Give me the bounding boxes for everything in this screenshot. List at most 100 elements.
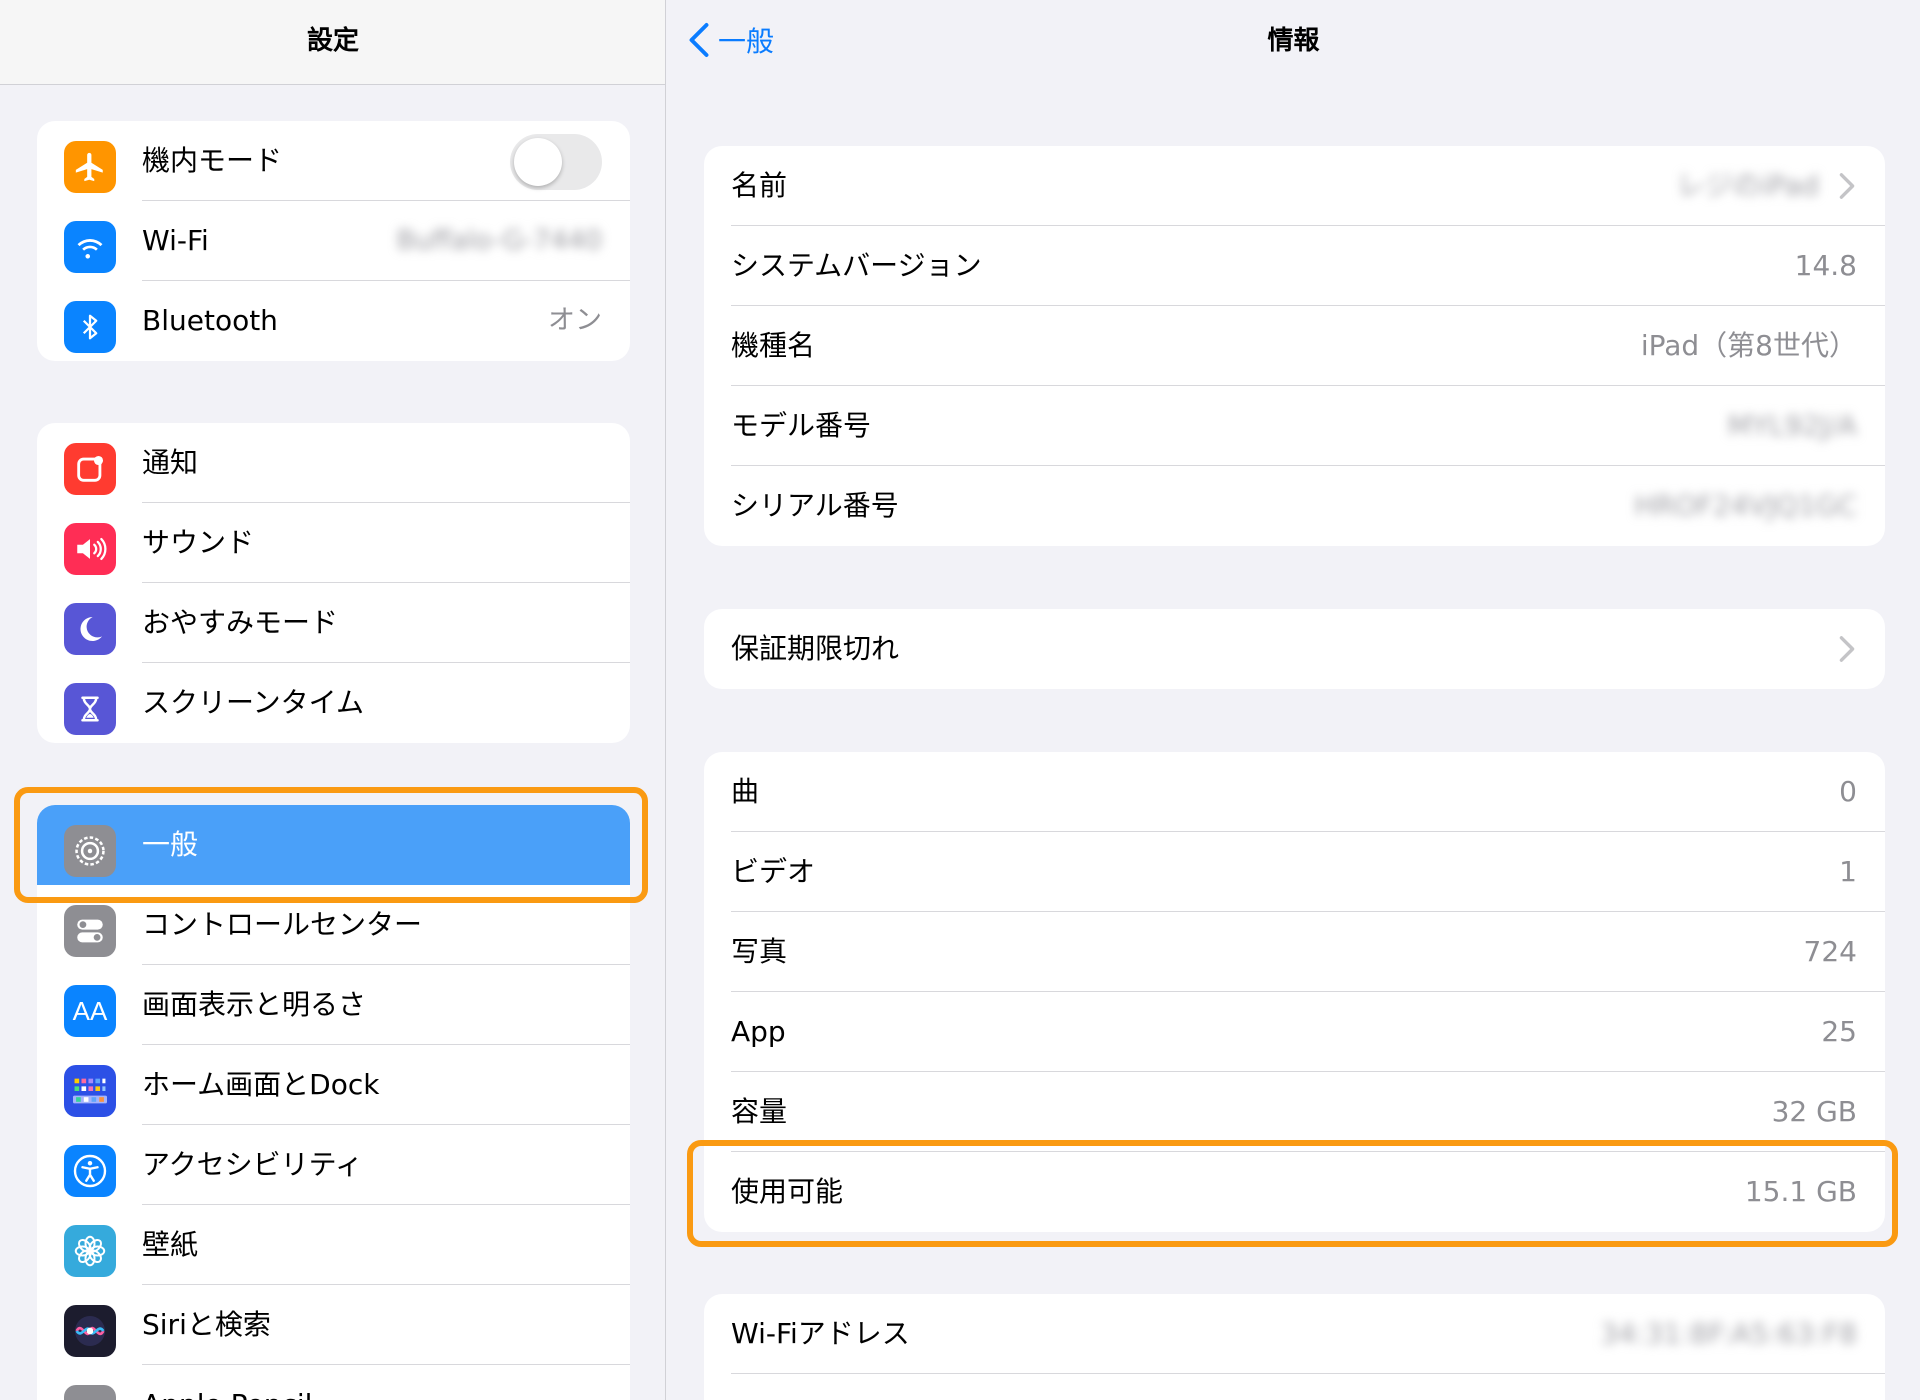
row-label: Wi-Fiアドレス (731, 1317, 910, 1350)
row-value: 15.1 GB (1744, 1175, 1857, 1208)
row-label: 使用可能 (731, 1175, 844, 1208)
sidebar-header: 設定 (0, 0, 665, 85)
sidebar-item-sounds[interactable]: サウンド (37, 503, 630, 583)
bluetooth-icon (64, 301, 116, 353)
row-value: 25 (1821, 1015, 1857, 1048)
storage-info-group: 曲 0 ビデオ 1 写真 724 App 25 容量 32 GB 使用可能 15… (704, 752, 1885, 1232)
sidebar-item-display-brightness[interactable]: AA 画面表示と明るさ (37, 965, 630, 1045)
row-value: 724 (1803, 935, 1857, 968)
row-value: iPad（第8世代） (1640, 329, 1857, 362)
sidebar-item-label: アクセシビリティ (142, 1148, 363, 1181)
row-serial-number[interactable]: シリアル番号 HROF24VJQ1GC (704, 466, 1885, 546)
row-label: 機種名 (731, 329, 816, 362)
sidebar-item-screen-time[interactable]: スクリーンタイム (37, 663, 630, 743)
bluetooth-status: オン (548, 305, 602, 336)
wifi-icon (64, 221, 116, 273)
home-grid-icon (64, 1065, 116, 1117)
siri-icon (64, 1305, 116, 1357)
row-value: 14.8 (1794, 249, 1857, 282)
row-songs: 曲 0 (704, 752, 1885, 832)
sidebar-item-label: 通知 (142, 446, 199, 479)
sidebar-item-do-not-disturb[interactable]: おやすみモード (37, 583, 630, 663)
chevron-right-icon (1839, 173, 1855, 199)
row-label: システムバージョン (731, 249, 982, 282)
sidebar-item-label: ホーム画面とDock (142, 1068, 380, 1101)
row-photos: 写真 724 (704, 912, 1885, 992)
sidebar-item-home-screen-dock[interactable]: ホーム画面とDock (37, 1045, 630, 1125)
sidebar-group-system: 一般 コントロールセンター AA 画面表示と明るさ ホーム画面とDock アクセ… (37, 805, 630, 1400)
row-value: 32 GB (1771, 1095, 1857, 1128)
row-videos: ビデオ 1 (704, 832, 1885, 912)
network-info-group: Wi-Fiアドレス 34:31:8F:A5:63:F8 (704, 1294, 1885, 1400)
row-value: HROF24VJQ1GC (1634, 489, 1857, 522)
row-system-version: システムバージョン 14.8 (704, 226, 1885, 306)
row-value: 0 (1839, 775, 1857, 808)
control-center-icon (64, 905, 116, 957)
sidebar-item-label: 機内モード (142, 144, 283, 177)
sidebar-item-label: 画面表示と明るさ (142, 988, 367, 1021)
chevron-right-icon (1839, 636, 1855, 662)
warranty-group: 保証期限切れ (704, 609, 1885, 689)
accessibility-icon (64, 1145, 116, 1197)
sidebar-title: 設定 (306, 26, 359, 56)
notifications-icon (64, 443, 116, 495)
sidebar-item-label: 壁紙 (142, 1228, 199, 1261)
sidebar-item-label: Apple Pencil (142, 1365, 312, 1400)
sidebar-item-label: 一般 (142, 828, 199, 861)
sidebar-item-apple-pencil[interactable]: Apple Pencil (37, 1365, 630, 1400)
row-label: 保証期限切れ (731, 632, 900, 665)
sidebar-item-airplane-mode[interactable]: 機内モード (37, 121, 630, 201)
row-label: 曲 (731, 775, 760, 808)
gear-icon (64, 825, 116, 877)
airplane-mode-toggle[interactable] (510, 134, 602, 190)
sidebar-item-siri-search[interactable]: Siriと検索 (37, 1285, 630, 1365)
row-label: 名前 (731, 169, 788, 202)
sidebar-item-label: Wi-Fi (142, 224, 209, 257)
sidebar-item-label: おやすみモード (142, 606, 339, 639)
settings-sidebar: 設定 機内モード Wi-Fi Buffalo-G-7440 Bluetooth … (0, 0, 666, 1400)
row-name[interactable]: 名前 レジのiPad (704, 146, 1885, 226)
device-info-group: 名前 レジのiPad システムバージョン 14.8 機種名 iPad（第8世代）… (704, 146, 1885, 546)
sidebar-item-bluetooth[interactable]: Bluetooth オン (37, 281, 630, 361)
sidebar-item-general[interactable]: 一般 (37, 805, 630, 885)
about-detail-pane: 一般 情報 名前 レジのiPad システムバージョン 14.8 機種名 iPad… (667, 0, 1920, 1400)
row-capacity: 容量 32 GB (704, 1072, 1885, 1152)
sidebar-item-label: Bluetooth (142, 304, 278, 337)
moon-icon (64, 603, 116, 655)
row-available: 使用可能 15.1 GB (704, 1152, 1885, 1232)
sidebar-item-label: コントロールセンター (142, 908, 423, 941)
text-size-icon: AA (64, 985, 116, 1037)
sidebar-item-control-center[interactable]: コントロールセンター (37, 885, 630, 965)
row-label: 写真 (731, 935, 788, 968)
hourglass-icon (64, 683, 116, 735)
sidebar-item-notifications[interactable]: 通知 (37, 423, 630, 503)
row-label: モデル番号 (731, 409, 872, 442)
sidebar-item-accessibility[interactable]: アクセシビリティ (37, 1125, 630, 1205)
row-value: 1 (1839, 855, 1857, 888)
row-label: 容量 (731, 1095, 788, 1128)
toggle-knob (514, 138, 562, 186)
row-value: レジのiPad (1676, 169, 1819, 202)
row-model-number[interactable]: モデル番号 MYL92J/A (704, 386, 1885, 466)
row-label: App (731, 1015, 786, 1048)
row-value: 34:31:8F:A5:63:F8 (1600, 1317, 1857, 1350)
row-label: シリアル番号 (731, 489, 899, 522)
row-apps: App 25 (704, 992, 1885, 1072)
row-value: MYL92J/A (1727, 409, 1857, 442)
row-warranty[interactable]: 保証期限切れ (704, 609, 1885, 689)
row-label: ビデオ (731, 855, 816, 888)
speaker-icon (64, 523, 116, 575)
airplane-icon (64, 141, 116, 193)
flower-icon (64, 1225, 116, 1277)
sidebar-group-connectivity: 機内モード Wi-Fi Buffalo-G-7440 Bluetooth オン (37, 121, 630, 361)
sidebar-item-label: Siriと検索 (142, 1308, 271, 1341)
sidebar-item-wifi[interactable]: Wi-Fi Buffalo-G-7440 (37, 201, 630, 281)
row-wifi-address[interactable]: Wi-Fiアドレス 34:31:8F:A5:63:F8 (704, 1294, 1885, 1374)
sidebar-item-wallpaper[interactable]: 壁紙 (37, 1205, 630, 1285)
pencil-icon (64, 1385, 116, 1400)
sidebar-item-label: サウンド (142, 526, 255, 559)
sidebar-item-label: スクリーンタイム (142, 686, 365, 719)
page-title: 情報 (1267, 26, 1320, 56)
row-model-name: 機種名 iPad（第8世代） (704, 306, 1885, 386)
sidebar-group-alerts: 通知 サウンド おやすみモード スクリーンタイム (37, 423, 630, 743)
